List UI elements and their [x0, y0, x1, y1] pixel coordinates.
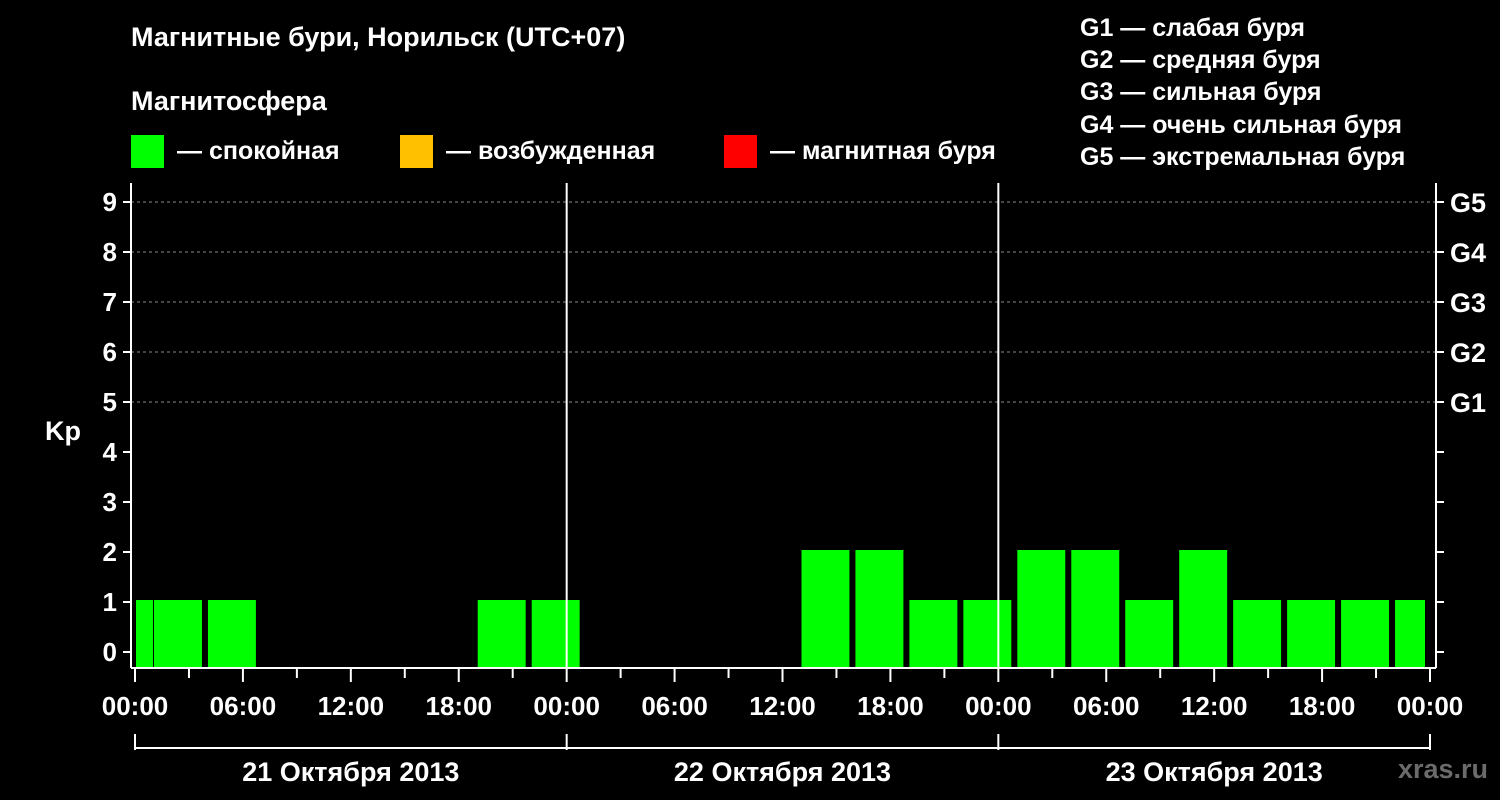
x-tick-label-5: 06:00 — [641, 691, 708, 721]
kp-bar-17 — [1017, 550, 1066, 668]
g-label-g2: G2 — [1450, 338, 1486, 368]
kp-bar-18 — [1071, 550, 1120, 668]
kp-bar-7 — [477, 600, 526, 668]
y-tick-label-2: 2 — [103, 537, 117, 567]
x-tick-label-8: 00:00 — [965, 691, 1032, 721]
kp-bar-21 — [1233, 600, 1282, 668]
kp-bar-13 — [801, 550, 850, 668]
kp-bar-16 — [963, 600, 1012, 668]
kp-bar-23 — [1341, 600, 1390, 668]
y-tick-label-7: 7 — [103, 287, 117, 317]
kp-bar-19 — [1125, 600, 1174, 668]
kp-bar-22 — [1287, 600, 1336, 668]
x-tick-label-2: 12:00 — [318, 691, 385, 721]
x-tick-label-4: 00:00 — [533, 691, 600, 721]
kp-bar-14 — [855, 550, 904, 668]
x-tick-label-11: 18:00 — [1289, 691, 1356, 721]
y-tick-label-8: 8 — [103, 237, 117, 267]
kp-bar-0 — [136, 600, 153, 668]
kp-bar-2 — [207, 600, 256, 668]
kp-bar-1 — [153, 600, 202, 668]
x-tick-label-7: 18:00 — [857, 691, 924, 721]
y-tick-label-0: 0 — [103, 637, 117, 667]
kp-bar-24 — [1395, 600, 1425, 668]
kp-bar-8 — [531, 600, 580, 668]
y-tick-label-6: 6 — [103, 337, 117, 367]
x-tick-label-6: 12:00 — [749, 691, 816, 721]
kp-bar-15 — [909, 600, 958, 668]
y-tick-label-5: 5 — [103, 387, 117, 417]
x-tick-label-3: 18:00 — [426, 691, 493, 721]
kp-bar-20 — [1179, 550, 1228, 668]
y-axis-label: Kp — [45, 416, 81, 446]
y-tick-label-4: 4 — [103, 437, 118, 467]
y-tick-label-1: 1 — [103, 587, 117, 617]
x-tick-label-10: 12:00 — [1181, 691, 1248, 721]
g-label-g3: G3 — [1450, 288, 1486, 318]
x-tick-label-9: 06:00 — [1073, 691, 1140, 721]
g-label-g4: G4 — [1450, 238, 1486, 268]
watermark: xras.ru — [1397, 754, 1488, 784]
y-tick-label-3: 3 — [103, 487, 117, 517]
y-tick-label-9: 9 — [103, 187, 117, 217]
day-label-2: 22 Октября 2013 — [674, 757, 891, 787]
x-tick-label-1: 06:00 — [210, 691, 277, 721]
x-tick-label-12: 00:00 — [1397, 691, 1464, 721]
g-label-g5: G5 — [1450, 188, 1486, 218]
day-label-1: 21 Октября 2013 — [242, 757, 459, 787]
kp-bar-chart: 0 1 2 3 4 5 6 7 8 9 Kp G1 G2 G3 G4 G5 00:00 06:00 12:00 18:… — [45, 183, 1486, 787]
g-label-g1: G1 — [1450, 388, 1486, 418]
day-label-3: 23 Октября 2013 — [1106, 757, 1323, 787]
x-tick-label-0: 00:00 — [102, 691, 169, 721]
